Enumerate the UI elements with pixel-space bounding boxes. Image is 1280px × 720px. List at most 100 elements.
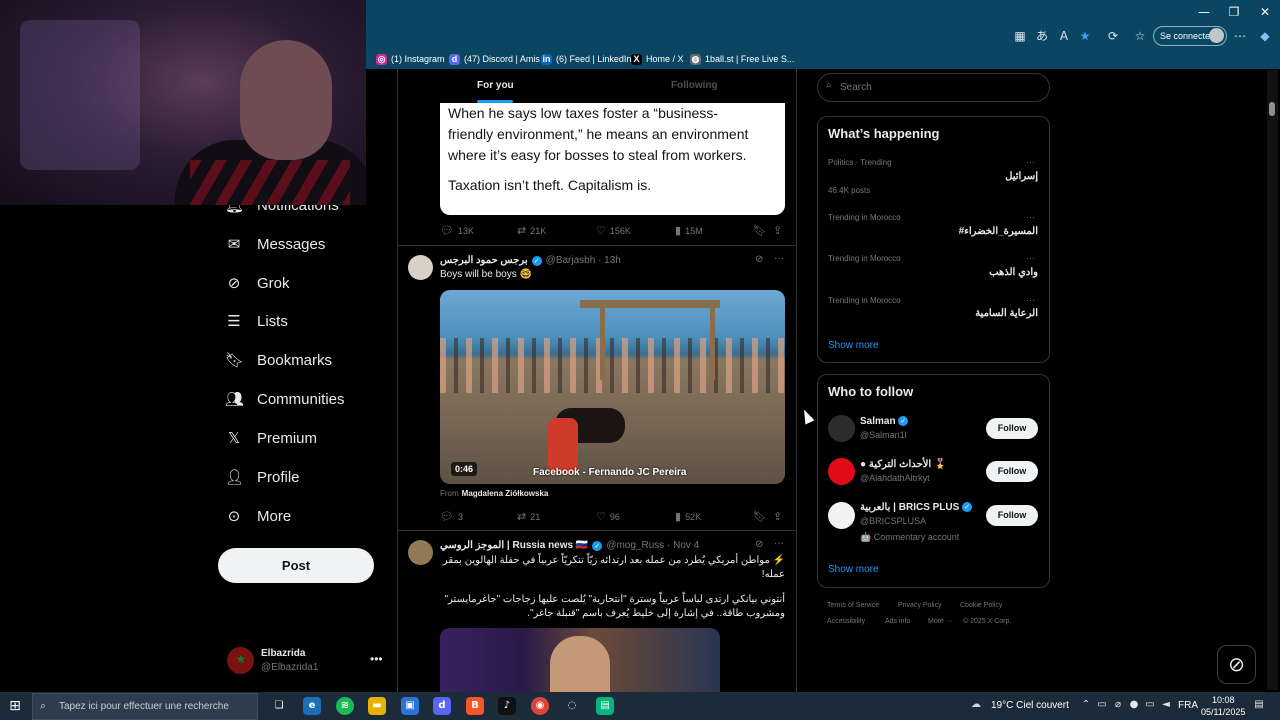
extensions-icon[interactable]: ⟳ <box>1105 29 1121 43</box>
app-available-icon[interactable]: ▦ <box>1012 29 1028 43</box>
bookmark-linkedin[interactable]: in (6) Feed | LinkedIn <box>541 52 631 66</box>
bookmark-x-home[interactable]: X Home / X <box>631 52 684 66</box>
microsoft-store-icon[interactable]: ▣ <box>401 697 419 715</box>
restore-button[interactable]: ❐ <box>1225 4 1243 20</box>
settings-more-icon[interactable]: ⋯ <box>1232 29 1248 43</box>
tweet-image[interactable] <box>440 628 720 692</box>
footer-terms[interactable]: Terms of Service <box>827 602 879 609</box>
repost-button[interactable]: ⇄ 21 <box>517 510 540 523</box>
taskbar-search-input[interactable]: Tapez ici pour effectuer une recherche <box>32 693 258 720</box>
trend-more-icon[interactable]: ··· <box>1026 253 1035 263</box>
clock-date[interactable]: 05/11/2025 <box>1201 707 1245 717</box>
volume-icon[interactable]: ◄ <box>1160 699 1172 713</box>
file-explorer-icon[interactable]: ▬ <box>368 697 386 715</box>
like-button[interactable]: ♡ 156K <box>596 224 631 237</box>
share-button[interactable]: ⇪ <box>773 510 782 523</box>
account-more-icon[interactable]: ••• <box>370 652 383 666</box>
bookmark-instagram[interactable]: ◎ (1) Instagram <box>376 52 445 66</box>
reply-button[interactable]: 💬︎ 3 <box>440 510 463 523</box>
microphone-icon[interactable]: ● <box>1128 699 1140 713</box>
follow-show-more[interactable]: Show more <box>828 564 879 575</box>
nav-messages[interactable]: ✉ Messages <box>225 230 326 258</box>
active-app-icon[interactable]: ▤ <box>596 697 614 715</box>
page-scrollbar[interactable] <box>1267 70 1278 690</box>
like-button[interactable]: ♡ 96 <box>596 510 620 523</box>
tweet-more-icon[interactable]: ··· <box>774 253 784 264</box>
bookmark-1ball[interactable]: ◍ 1ball.st | Free Live S... <box>690 52 794 66</box>
app-circle-icon[interactable]: ◌ <box>563 697 581 715</box>
tweet-more-icon[interactable]: ··· <box>774 538 784 549</box>
notification-center-icon[interactable]: ▤ <box>1253 699 1265 713</box>
reply-button[interactable]: 💬︎ 13K <box>440 224 474 237</box>
footer-privacy[interactable]: Privacy Policy <box>898 602 942 609</box>
views-button[interactable]: ▮ 52K <box>675 510 701 523</box>
language-indicator[interactable]: FRA <box>1178 700 1198 711</box>
search-input[interactable]: Search <box>817 73 1050 102</box>
grok-explain-icon[interactable]: ⊘ <box>755 254 763 265</box>
windows-start-icon[interactable]: ⊞ <box>6 697 24 715</box>
trend-more-icon[interactable]: ··· <box>1026 157 1035 167</box>
nav-communities[interactable]: 👥︎ Communities <box>225 385 345 413</box>
translate-icon[interactable]: あ <box>1034 29 1050 43</box>
author-avatar[interactable] <box>408 255 433 280</box>
follow-name[interactable]: Salman ✓ <box>860 416 909 427</box>
trend-item[interactable]: وادي الذهب <box>918 267 1038 278</box>
author-name[interactable]: برجس حمود البرجس <box>440 255 528 266</box>
trend-item[interactable]: #المسيرة_الخضراء <box>918 226 1038 237</box>
edge-browser-icon[interactable]: e <box>303 697 321 715</box>
chevron-up-icon[interactable]: ⌃ <box>1080 699 1092 713</box>
favorites-icon[interactable]: ☆ <box>1132 29 1148 43</box>
follow-button[interactable]: Follow <box>986 505 1038 526</box>
network-off-icon[interactable]: ⌀ <box>1112 699 1124 713</box>
nav-premium[interactable]: 𝕏 Premium <box>225 424 317 452</box>
bookmark-post-button[interactable]: 🔖︎ <box>753 510 767 523</box>
author-avatar[interactable] <box>408 540 433 565</box>
footer-more[interactable]: More ··· <box>928 618 953 625</box>
tab-following[interactable]: Following <box>671 80 718 91</box>
attribution-name[interactable]: Magdalena Ziółkowska <box>462 489 549 498</box>
trend-more-icon[interactable]: ··· <box>1026 295 1035 305</box>
brave-browser-icon[interactable]: B <box>466 697 484 715</box>
copilot-icon[interactable]: ◆ <box>1257 29 1273 43</box>
weather-status[interactable]: 19°C Ciel couvert <box>991 700 1069 711</box>
trend-item[interactable]: الرعاية السامية <box>918 308 1038 319</box>
follow-name[interactable]: ● الأحداث التركية 🎖️ <box>860 459 946 470</box>
follow-avatar[interactable] <box>828 458 855 485</box>
display-icon[interactable]: ▭ <box>1144 699 1156 713</box>
follow-avatar[interactable] <box>828 502 855 529</box>
quote-image-card[interactable]: When he says low taxes foster a “busines… <box>440 103 785 215</box>
nav-lists[interactable]: ☰ Lists <box>225 307 288 335</box>
footer-cookie[interactable]: Cookie Policy <box>960 602 1002 609</box>
trend-more-icon[interactable]: ··· <box>1026 212 1035 222</box>
bookmark-post-button[interactable]: 🔖︎ <box>753 224 767 237</box>
follow-button[interactable]: Follow <box>986 418 1038 439</box>
nav-grok[interactable]: ⊘ Grok <box>225 269 290 297</box>
battery-icon[interactable]: ▭ <box>1096 699 1108 713</box>
nav-bookmarks[interactable]: 🔖︎ Bookmarks <box>225 346 332 374</box>
nav-profile[interactable]: 👤︎ Profile <box>225 463 300 491</box>
nav-more[interactable]: ⊙ More <box>225 502 291 530</box>
trend-item[interactable]: إسرائيل <box>918 171 1038 182</box>
views-button[interactable]: ▮ 15M <box>675 224 703 237</box>
grok-explain-icon[interactable]: ⊘ <box>755 539 763 550</box>
clock-time[interactable]: 10:08 <box>1212 695 1235 705</box>
bookmark-discord[interactable]: d (47) Discord | Amis <box>449 52 540 66</box>
repost-button[interactable]: ⇄ 21K <box>517 224 546 237</box>
scrollbar-thumb[interactable] <box>1269 102 1275 116</box>
author-name[interactable]: الموجز الروسي | Russia news 🇷🇺 <box>440 540 588 551</box>
discord-icon[interactable]: d <box>433 697 451 715</box>
tab-for-you[interactable]: For you <box>477 80 514 91</box>
share-button[interactable]: ⇪ <box>773 224 782 237</box>
author-handle[interactable]: @Barjasbh · 13h <box>546 255 621 266</box>
read-aloud-icon[interactable]: A <box>1056 29 1072 43</box>
follow-button[interactable]: Follow <box>986 461 1038 482</box>
follow-name[interactable]: بالعربية | BRICS PLUS ✓ <box>860 502 973 513</box>
tweet-video[interactable] <box>440 290 785 484</box>
footer-ads-info[interactable]: Ads info <box>885 618 910 625</box>
minimize-button[interactable]: — <box>1195 4 1213 20</box>
chrome-icon[interactable]: ◉ <box>531 697 549 715</box>
close-button[interactable]: ✕ <box>1256 4 1274 20</box>
tiktok-icon[interactable]: ♪ <box>498 697 516 715</box>
trends-show-more[interactable]: Show more <box>828 340 879 351</box>
footer-accessibility[interactable]: Accessibility <box>827 618 865 625</box>
